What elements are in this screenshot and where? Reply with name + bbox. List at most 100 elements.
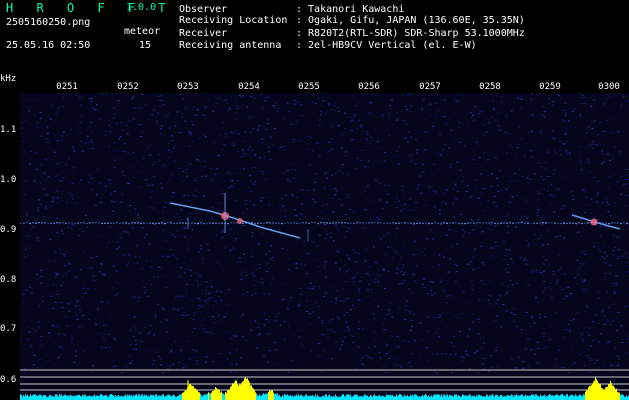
- receiver-label: Receiver: [179, 28, 228, 39]
- carrier-segment: [413, 222, 415, 225]
- spectrum-bar: [602, 388, 603, 400]
- spectrum-bar: [278, 396, 279, 400]
- carrier-segment: [26, 222, 28, 224]
- spectrum-bar: [276, 393, 277, 400]
- carrier-segment: [470, 222, 472, 224]
- spectrum-bar: [449, 395, 450, 400]
- carrier-segment: [620, 222, 622, 225]
- spectrum-bar: [576, 395, 577, 400]
- spectrum-bar: [198, 392, 199, 400]
- spectrum-bar: [326, 394, 327, 400]
- carrier-segment: [203, 222, 205, 225]
- carrier-segment: [530, 222, 532, 225]
- carrier-segment: [215, 222, 217, 224]
- time-label: 0255: [298, 82, 320, 92]
- spectrum-bar: [540, 394, 541, 400]
- spectrum-bar: [517, 395, 518, 400]
- spectrum-bar: [599, 384, 600, 400]
- carrier-segment: [359, 222, 361, 224]
- spectrum-bar: [486, 394, 487, 400]
- spectrum-bar: [33, 394, 34, 400]
- carrier-segment: [284, 222, 286, 224]
- spectrum-bar: [36, 395, 37, 400]
- spectrum-bar: [144, 394, 145, 400]
- spectrum-bar: [593, 381, 594, 400]
- carrier-segment: [605, 222, 607, 225]
- carrier-segment: [431, 222, 433, 224]
- spectrum-bar: [495, 394, 496, 400]
- time-label: 0252: [117, 82, 139, 92]
- carrier-segment: [395, 222, 397, 224]
- spectrum-bar: [522, 394, 523, 400]
- spectrum-bar: [414, 394, 415, 400]
- carrier-segment: [260, 222, 262, 225]
- carrier-segment: [497, 222, 499, 225]
- spectrum-bar: [247, 378, 248, 400]
- spectrum-bar: [548, 395, 549, 400]
- spectrum-bar: [604, 389, 605, 400]
- spectrum-bar: [538, 396, 539, 400]
- spectrum-bar: [193, 386, 194, 400]
- spectrum-bar: [464, 395, 465, 400]
- spectrum-bar: [532, 394, 533, 400]
- carrier-segment: [323, 222, 325, 224]
- carrier-segment: [389, 222, 391, 224]
- spectrum-bar: [428, 395, 429, 400]
- spectrum-bar: [221, 391, 222, 400]
- spectrum-bar: [594, 380, 595, 400]
- spectrum-bar: [470, 394, 471, 400]
- spectrum-bar: [382, 395, 383, 400]
- carrier-segment: [62, 222, 64, 224]
- spectrum-bar: [189, 384, 190, 400]
- spectrum-bar: [362, 396, 363, 400]
- carrier-segment: [449, 222, 451, 224]
- spectrum-bar: [270, 390, 271, 400]
- location-value: : Ogaki, Gifu, JAPAN (136.60E, 35.35N): [296, 15, 525, 26]
- spectrum-bar: [296, 394, 297, 400]
- spectrum-bar: [537, 395, 538, 400]
- spectrum-bar: [556, 394, 557, 400]
- carrier-segment: [86, 222, 88, 225]
- carrier-segment: [545, 222, 547, 224]
- carrier-segment: [518, 222, 520, 224]
- spectrum-bar: [148, 395, 149, 400]
- carrier-segment: [275, 222, 277, 224]
- spectrum-bar: [545, 396, 546, 400]
- spectrum-bar: [559, 396, 560, 400]
- spectrum-bar: [444, 394, 445, 400]
- spectrum-bar: [618, 392, 619, 400]
- spectrum-bar: [560, 394, 561, 400]
- spectrum-bar: [555, 395, 556, 400]
- spectrum-bar: [462, 394, 463, 400]
- spectrum-bar: [192, 385, 193, 400]
- carrier-segment: [296, 222, 298, 224]
- carrier-segment: [128, 222, 130, 225]
- carrier-segment: [560, 222, 562, 225]
- spectrum-bar: [583, 394, 584, 400]
- carrier-segment: [137, 222, 139, 224]
- spectrum-bar: [154, 396, 155, 400]
- spectrum-bar: [336, 396, 337, 400]
- carrier-segment: [542, 222, 544, 224]
- spectrum-bar: [376, 395, 377, 400]
- spectrum-bar: [244, 378, 245, 400]
- spectrum-bar: [332, 396, 333, 400]
- spectrum-bar: [567, 394, 568, 400]
- spectrum-bar: [595, 377, 596, 400]
- carrier-segment: [230, 222, 232, 224]
- spectrum-bar: [227, 390, 228, 400]
- spectrum-bar: [322, 395, 323, 400]
- carrier-segment: [209, 222, 211, 224]
- carrier-segment: [521, 222, 523, 224]
- carrier-segment: [194, 222, 196, 225]
- spectrum-bar: [574, 396, 575, 400]
- spectrum-bar: [28, 396, 29, 400]
- carrier-segment: [152, 222, 154, 224]
- spectrum-bar: [482, 396, 483, 400]
- spectrum-bar: [264, 394, 265, 400]
- spectrum-bar: [563, 395, 564, 400]
- spectrum-bar: [166, 395, 167, 400]
- spectrum-bar: [506, 396, 507, 400]
- spectrum-bar: [493, 395, 494, 400]
- spectrum-bar: [204, 394, 205, 400]
